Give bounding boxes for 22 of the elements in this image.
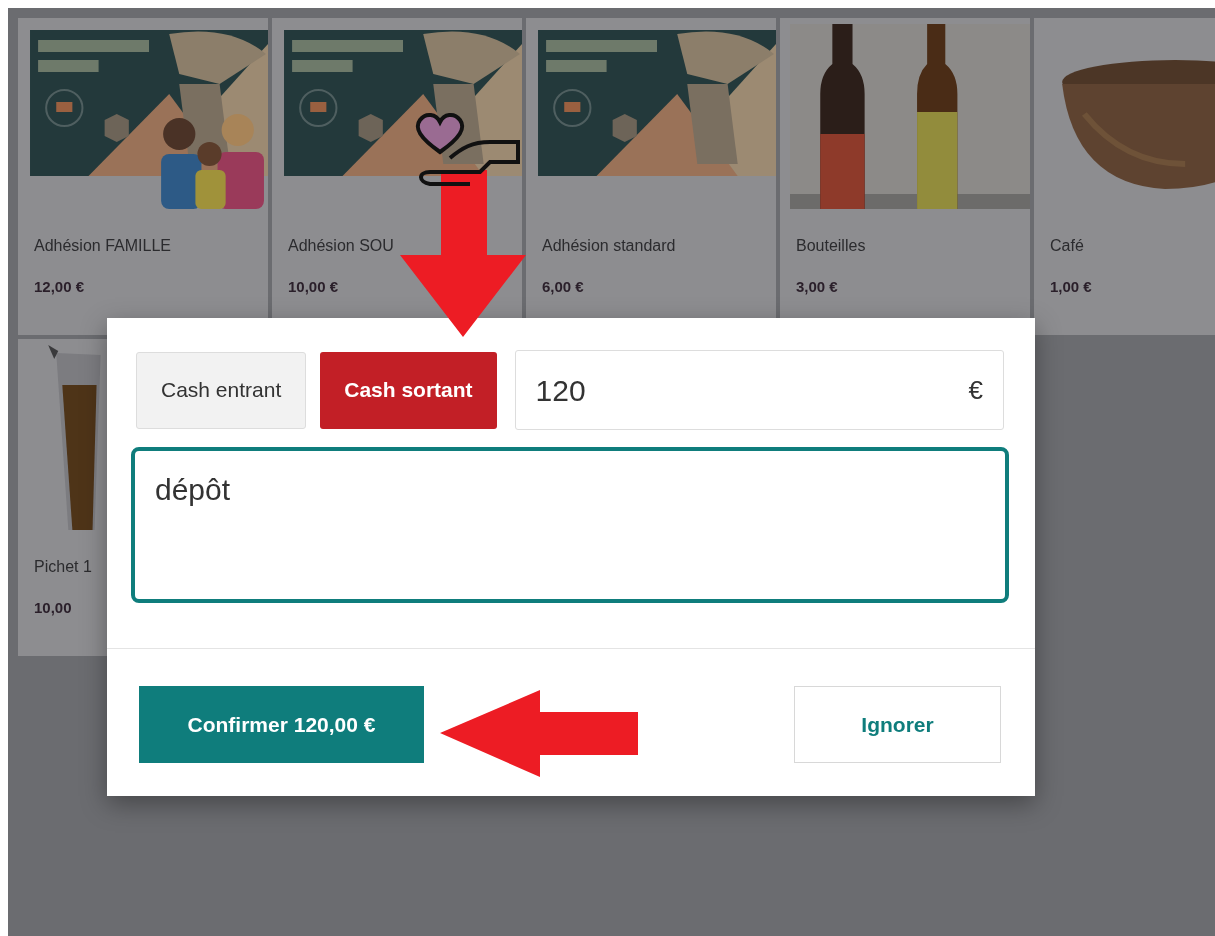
product-price: 1,00 €: [1050, 277, 1092, 297]
ignore-button[interactable]: Ignorer: [794, 686, 1001, 763]
cash-tab[interactable]: Cash entrant: [136, 351, 307, 429]
product-price: 10,00 €: [288, 277, 339, 297]
product-card[interactable]: Adhésion FAMILLE 12,00 €: [18, 18, 268, 335]
product-name: Bouteilles: [796, 236, 866, 256]
product-card[interactable]: Café 1,00 €: [1034, 18, 1215, 335]
product-price: 3,00 €: [796, 277, 838, 297]
product-name: Adhésion SOU: [288, 236, 394, 256]
confirm-button[interactable]: Confirmer 120,00 €: [139, 686, 424, 763]
amount-field[interactable]: 120 €: [514, 350, 1004, 430]
product-price: 6,00 €: [542, 277, 584, 297]
product-name: Adhésion FAMILLE: [34, 236, 171, 256]
product-price: 12,00 €: [34, 277, 85, 297]
product-name: Adhésion standard: [542, 236, 676, 256]
product-name: Café: [1050, 236, 1084, 256]
product-price: 10,00: [34, 598, 72, 618]
cash-tab[interactable]: Cash sortant: [320, 351, 497, 429]
currency-symbol: €: [968, 373, 983, 407]
product-name: Pichet 1: [34, 557, 92, 577]
amount-value: 120: [535, 372, 587, 409]
note-field[interactable]: dépôt: [131, 447, 1009, 603]
